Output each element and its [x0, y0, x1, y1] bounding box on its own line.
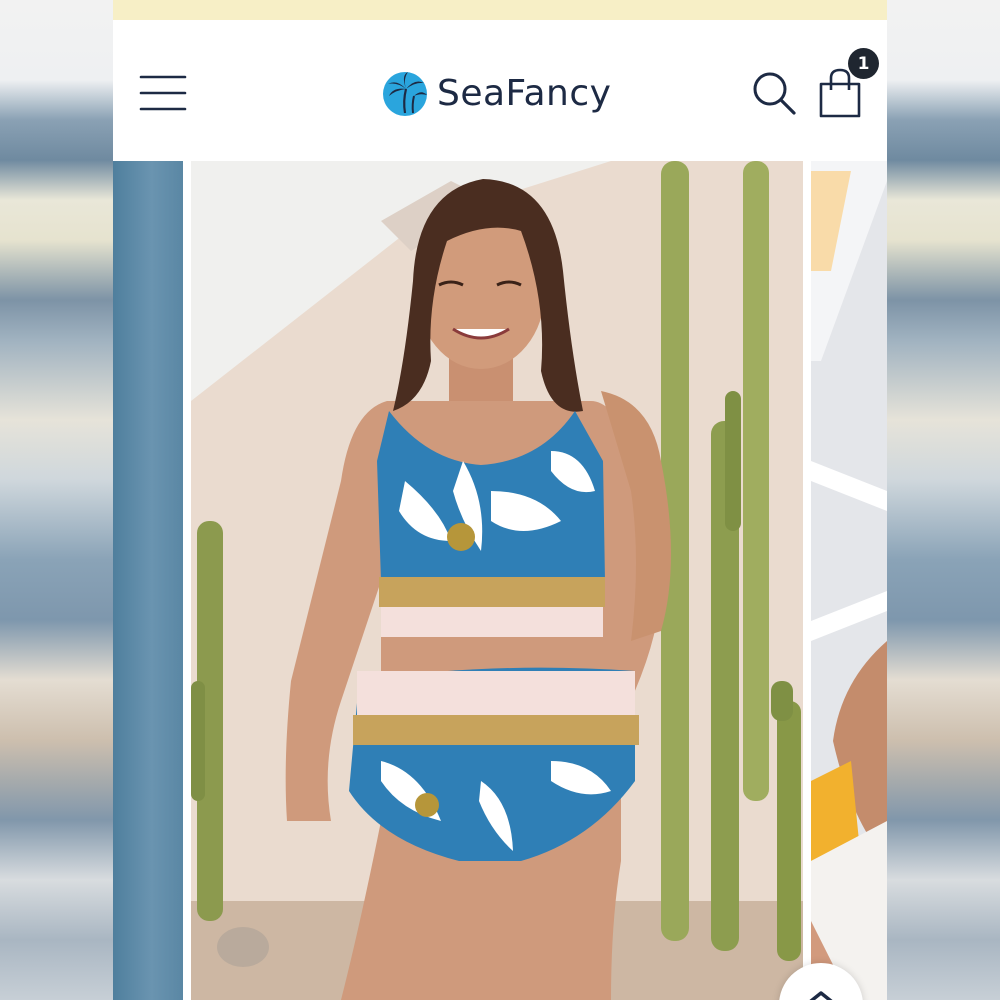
scroll-to-top-button[interactable]: [779, 963, 863, 1000]
next-slide-image[interactable]: [811, 161, 887, 1000]
menu-button[interactable]: [139, 74, 187, 112]
brand-logo[interactable]: SeaFancy: [381, 66, 611, 120]
chevron-up-icon: [809, 991, 833, 1000]
palm-tree-logo-icon: [383, 72, 427, 116]
main-product-image[interactable]: [191, 161, 803, 1000]
next-slide-thumbnail: [811, 161, 887, 1000]
cart-count-badge[interactable]: 1: [848, 48, 879, 79]
brand-name: SeaFancy: [437, 72, 612, 114]
search-icon: [753, 72, 796, 115]
previous-slide-image[interactable]: [113, 161, 183, 1000]
product-image-carousel[interactable]: [113, 161, 887, 1000]
site-header: SeaFancy: [113, 20, 887, 161]
mobile-viewport: SeaFancy 1: [113, 0, 887, 1000]
search-button[interactable]: [751, 70, 797, 116]
swimsuit-model-image: [191, 161, 803, 1000]
hamburger-menu-icon: [139, 75, 187, 111]
announcement-bar[interactable]: [113, 0, 887, 20]
